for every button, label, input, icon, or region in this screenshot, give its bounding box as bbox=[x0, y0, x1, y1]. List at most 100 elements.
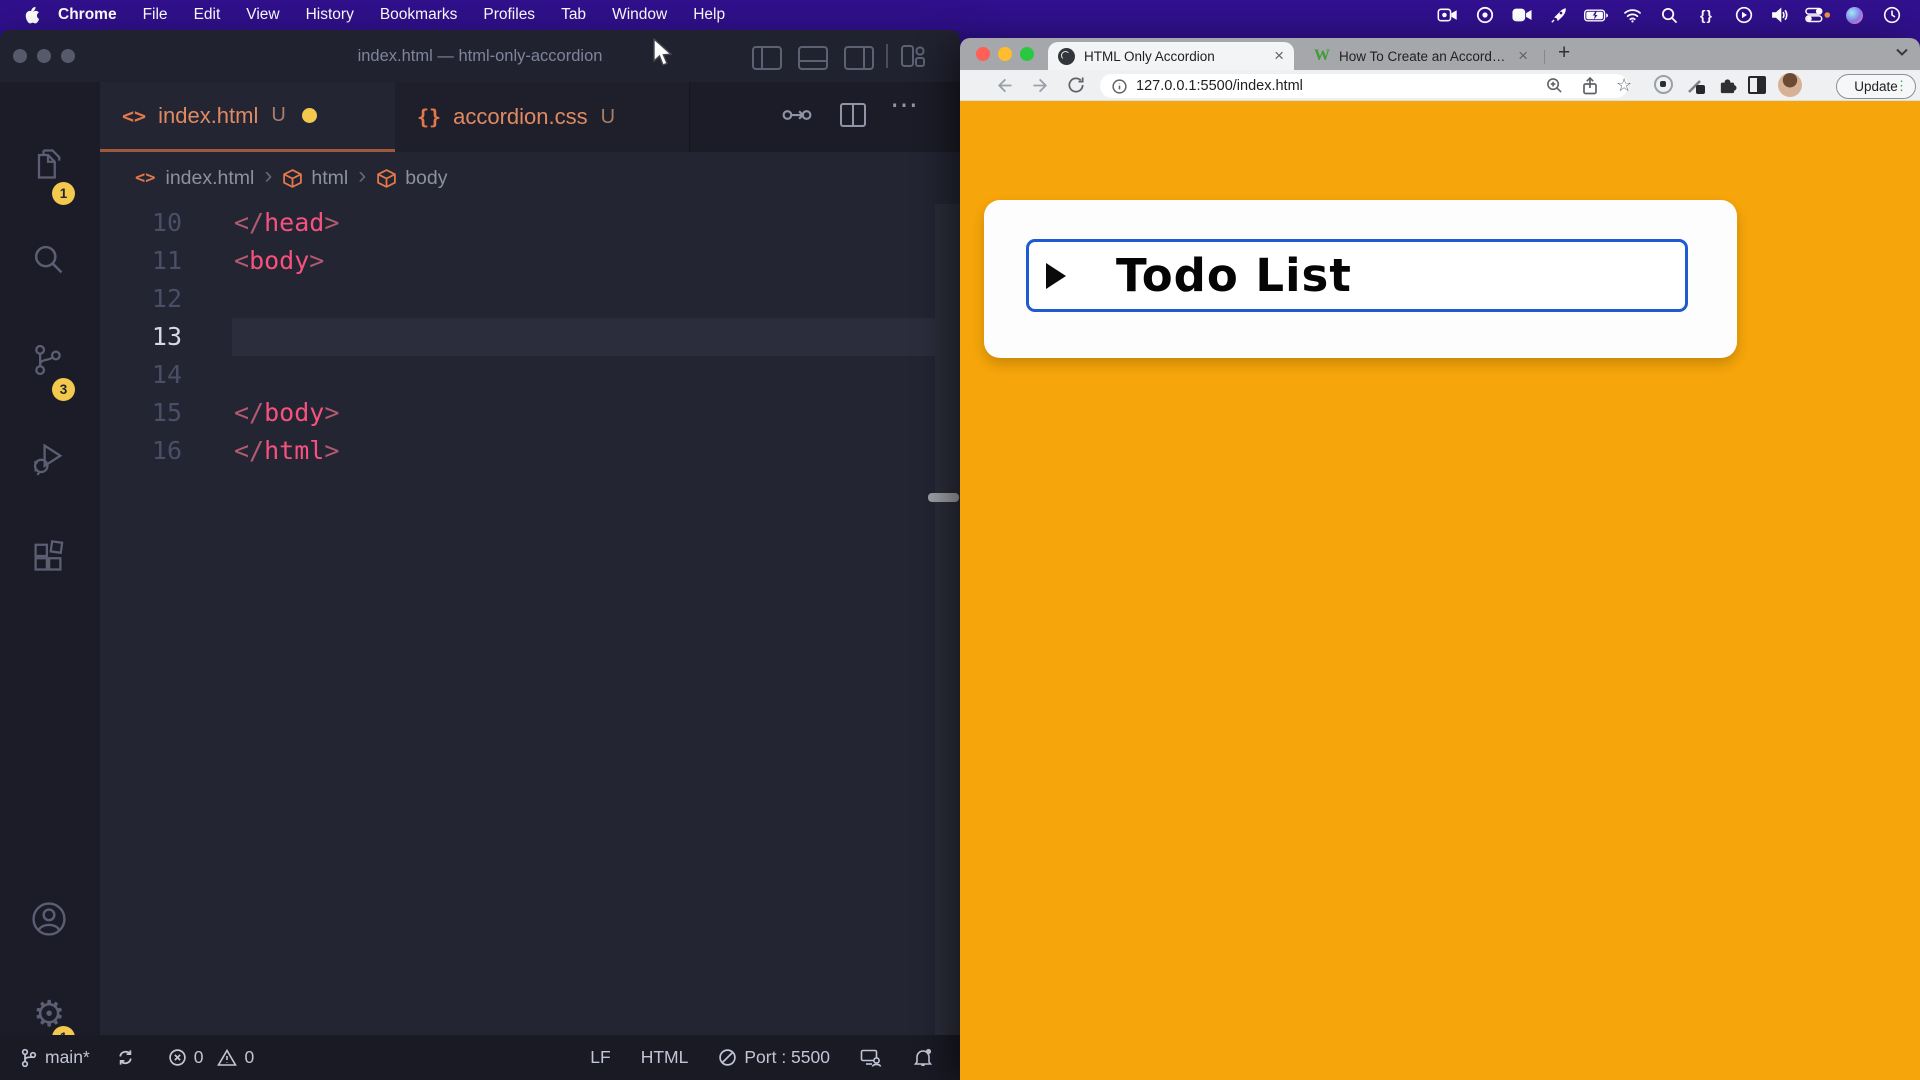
menu-window[interactable]: Window bbox=[599, 6, 680, 24]
menu-tab[interactable]: Tab bbox=[548, 6, 599, 24]
problems-status[interactable]: 0 0 bbox=[168, 1047, 254, 1068]
apple-menu-icon[interactable] bbox=[24, 6, 39, 24]
tab-search-chevron-icon[interactable] bbox=[1896, 48, 1908, 56]
update-button[interactable]: Update ⋮ bbox=[1836, 74, 1916, 99]
line-number: 10 bbox=[110, 204, 182, 242]
menu-view[interactable]: View bbox=[233, 6, 292, 24]
menu-chrome[interactable]: Chrome bbox=[45, 6, 130, 24]
dark-mode-extension-icon[interactable] bbox=[1748, 76, 1766, 94]
explorer-icon[interactable] bbox=[30, 146, 70, 186]
line-number: 13 bbox=[110, 318, 182, 356]
toggle-secondary-sidebar-icon[interactable] bbox=[844, 46, 874, 70]
chrome-close-button[interactable] bbox=[976, 47, 990, 61]
file-type-icon: <> bbox=[122, 104, 146, 128]
screen-record-icon[interactable] bbox=[1429, 0, 1466, 30]
color-picker-extension-icon[interactable] bbox=[1686, 75, 1706, 95]
forward-icon[interactable] bbox=[1030, 75, 1051, 96]
file-type-icon: {} bbox=[417, 105, 441, 129]
camera-icon[interactable] bbox=[1503, 0, 1540, 30]
split-editor-icon[interactable] bbox=[838, 100, 868, 130]
tab-close-icon[interactable]: × bbox=[1274, 46, 1284, 66]
extensions-icon[interactable] bbox=[30, 538, 70, 578]
wifi-icon[interactable] bbox=[1614, 0, 1651, 30]
battery-icon[interactable] bbox=[1577, 0, 1614, 30]
code-line-11[interactable]: 11<body> bbox=[100, 242, 935, 280]
browser-tab-1[interactable]: HTML Only Accordion × bbox=[1048, 42, 1294, 70]
tab-title: HTML Only Accordion bbox=[1084, 49, 1264, 64]
control-center-icon[interactable] bbox=[1799, 0, 1836, 30]
extensions-puzzle-icon[interactable] bbox=[1718, 76, 1737, 95]
bookmark-star-icon[interactable]: ☆ bbox=[1616, 77, 1632, 93]
sync-status[interactable] bbox=[116, 1048, 142, 1067]
siri-icon[interactable] bbox=[1836, 0, 1873, 30]
record-icon[interactable] bbox=[1466, 0, 1503, 30]
profile-avatar[interactable] bbox=[1778, 73, 1802, 97]
vscode-status-bar: main* 0 0 LF HTML bbox=[0, 1035, 960, 1080]
back-icon[interactable] bbox=[994, 75, 1015, 96]
cube-icon bbox=[282, 168, 311, 189]
line-number: 15 bbox=[110, 394, 182, 432]
code-line-12[interactable]: 12 bbox=[100, 280, 935, 318]
details-marker-icon bbox=[1046, 263, 1066, 289]
code-line-14[interactable]: 14 bbox=[100, 356, 935, 394]
tab-file-name: accordion.css bbox=[453, 104, 588, 130]
zoom-page-icon[interactable] bbox=[1546, 77, 1563, 94]
editor[interactable]: 10</head>11<body>12131415</body>16</html… bbox=[100, 204, 935, 1065]
play-circle-icon[interactable] bbox=[1725, 0, 1762, 30]
notifications-bell-icon[interactable] bbox=[913, 1047, 940, 1068]
git-branch-status[interactable]: main* bbox=[20, 1047, 90, 1068]
toggle-primary-sidebar-icon[interactable] bbox=[752, 46, 782, 70]
breadcrumb-item-html[interactable]: html bbox=[282, 167, 348, 190]
resize-sash-handle[interactable] bbox=[928, 493, 959, 502]
source-control-icon[interactable] bbox=[30, 342, 70, 382]
code-line-13[interactable]: 13 bbox=[100, 318, 935, 356]
run-debug-icon[interactable] bbox=[30, 440, 70, 480]
explorer-badge: 1 bbox=[52, 182, 75, 205]
menu-history[interactable]: History bbox=[293, 6, 367, 24]
menu-file[interactable]: File bbox=[130, 6, 181, 24]
braces-icon[interactable]: {} bbox=[1688, 0, 1725, 30]
tab-favicon-wikihow-icon: W bbox=[1314, 47, 1330, 65]
vscode-window: index.html — html-only-accordion 1 bbox=[0, 30, 960, 1080]
clock-icon[interactable] bbox=[1873, 0, 1910, 30]
share-icon[interactable] bbox=[1582, 77, 1598, 95]
breadcrumb-item-index.html[interactable]: <>index.html bbox=[135, 167, 254, 190]
toggle-panel-icon[interactable] bbox=[798, 46, 828, 70]
search-icon[interactable] bbox=[30, 242, 70, 282]
code-line-15[interactable]: 15</body> bbox=[100, 394, 935, 432]
new-tab-button[interactable]: + bbox=[1558, 41, 1570, 65]
live-share-icon[interactable] bbox=[860, 1048, 889, 1068]
line-number: 11 bbox=[110, 242, 182, 280]
volume-icon[interactable] bbox=[1762, 0, 1799, 30]
language-mode[interactable]: HTML bbox=[641, 1047, 689, 1068]
password-manager-extension-icon[interactable] bbox=[1654, 75, 1673, 94]
account-icon[interactable] bbox=[30, 900, 70, 940]
menu-edit[interactable]: Edit bbox=[181, 6, 234, 24]
customize-layout-icon[interactable] bbox=[900, 44, 926, 68]
editor-more-actions-icon[interactable]: ⋯ bbox=[890, 88, 918, 121]
browser-tab-2[interactable]: WHow To Create an Accordion× bbox=[1304, 42, 1538, 70]
code-line-16[interactable]: 16</html> bbox=[100, 432, 935, 470]
open-changes-icon[interactable] bbox=[780, 98, 814, 132]
tab-close-icon[interactable]: × bbox=[1518, 46, 1528, 66]
line-number: 14 bbox=[110, 356, 182, 394]
menu-help[interactable]: Help bbox=[680, 6, 738, 24]
editor-tab-accordion.css[interactable]: {}accordion.cssU bbox=[395, 82, 690, 152]
editor-tab-index.html[interactable]: <>index.htmlU bbox=[100, 82, 395, 152]
code-line-10[interactable]: 10</head> bbox=[100, 204, 935, 242]
reload-icon[interactable] bbox=[1066, 75, 1086, 95]
editor-scrollbar[interactable] bbox=[935, 204, 960, 1065]
breadcrumb-item-body[interactable]: body bbox=[376, 167, 447, 190]
browser-menu-dots-icon: ⋮ bbox=[1895, 78, 1908, 94]
eol-indicator[interactable]: LF bbox=[590, 1047, 610, 1068]
menu-bookmarks[interactable]: Bookmarks bbox=[367, 6, 471, 24]
live-server-port[interactable]: Port : 5500 bbox=[718, 1047, 830, 1068]
chrome-minimize-button[interactable] bbox=[998, 47, 1012, 61]
spotlight-icon[interactable] bbox=[1651, 0, 1688, 30]
menu-profiles[interactable]: Profiles bbox=[470, 6, 548, 24]
chrome-zoom-button[interactable] bbox=[1020, 47, 1034, 61]
accordion-summary[interactable]: Todo List bbox=[1026, 239, 1688, 312]
breadcrumb-separator: › bbox=[254, 162, 282, 194]
rocket-icon[interactable] bbox=[1540, 0, 1577, 30]
mouse-cursor bbox=[652, 38, 674, 68]
